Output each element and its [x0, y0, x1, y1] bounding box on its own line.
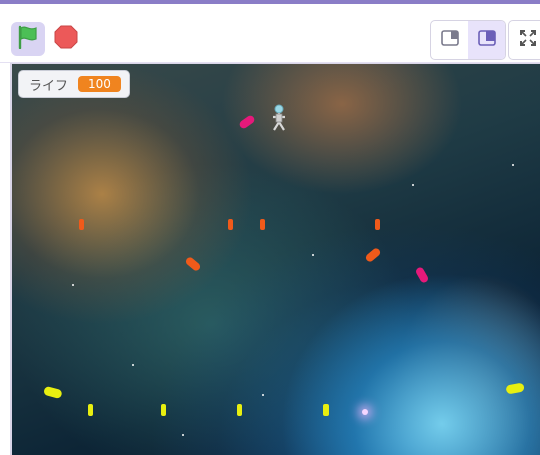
- normal-stage-icon: [477, 30, 496, 50]
- life-label: ライフ: [29, 78, 69, 94]
- stop-button[interactable]: [51, 22, 81, 56]
- fullscreen-button[interactable]: [508, 20, 540, 60]
- enemy-yellow-1: [42, 382, 64, 406]
- bullet-orange-4: [375, 219, 380, 230]
- bullet-orange-1: [79, 219, 84, 230]
- bullet-orange-2: [228, 219, 233, 230]
- bullet-yellow-4: [323, 404, 329, 416]
- enemy-orange-2: [363, 245, 383, 269]
- stage-toolbar: [0, 4, 540, 63]
- enemy-yellow-2: [504, 378, 526, 402]
- player-sprite[interactable]: [271, 104, 287, 136]
- enemy-pink-1: [237, 112, 257, 136]
- enemy-pink-2: [412, 265, 432, 289]
- bullet-orange-3: [260, 219, 265, 230]
- stage-size-toggle: [430, 20, 506, 60]
- small-stage-button[interactable]: [431, 21, 468, 59]
- bullet-yellow-2: [161, 404, 166, 416]
- green-flag-icon: [17, 25, 39, 53]
- normal-stage-button[interactable]: [468, 21, 505, 59]
- life-value: 100: [78, 76, 121, 92]
- stop-icon: [54, 25, 78, 53]
- bullet-yellow-1: [88, 404, 93, 416]
- green-flag-button[interactable]: [11, 22, 45, 56]
- fullscreen-icon: [519, 29, 537, 51]
- life-monitor: ライフ 100: [18, 70, 130, 98]
- bullet-yellow-3: [237, 404, 242, 416]
- small-stage-icon: [440, 30, 459, 50]
- enemy-orange-1: [183, 254, 203, 278]
